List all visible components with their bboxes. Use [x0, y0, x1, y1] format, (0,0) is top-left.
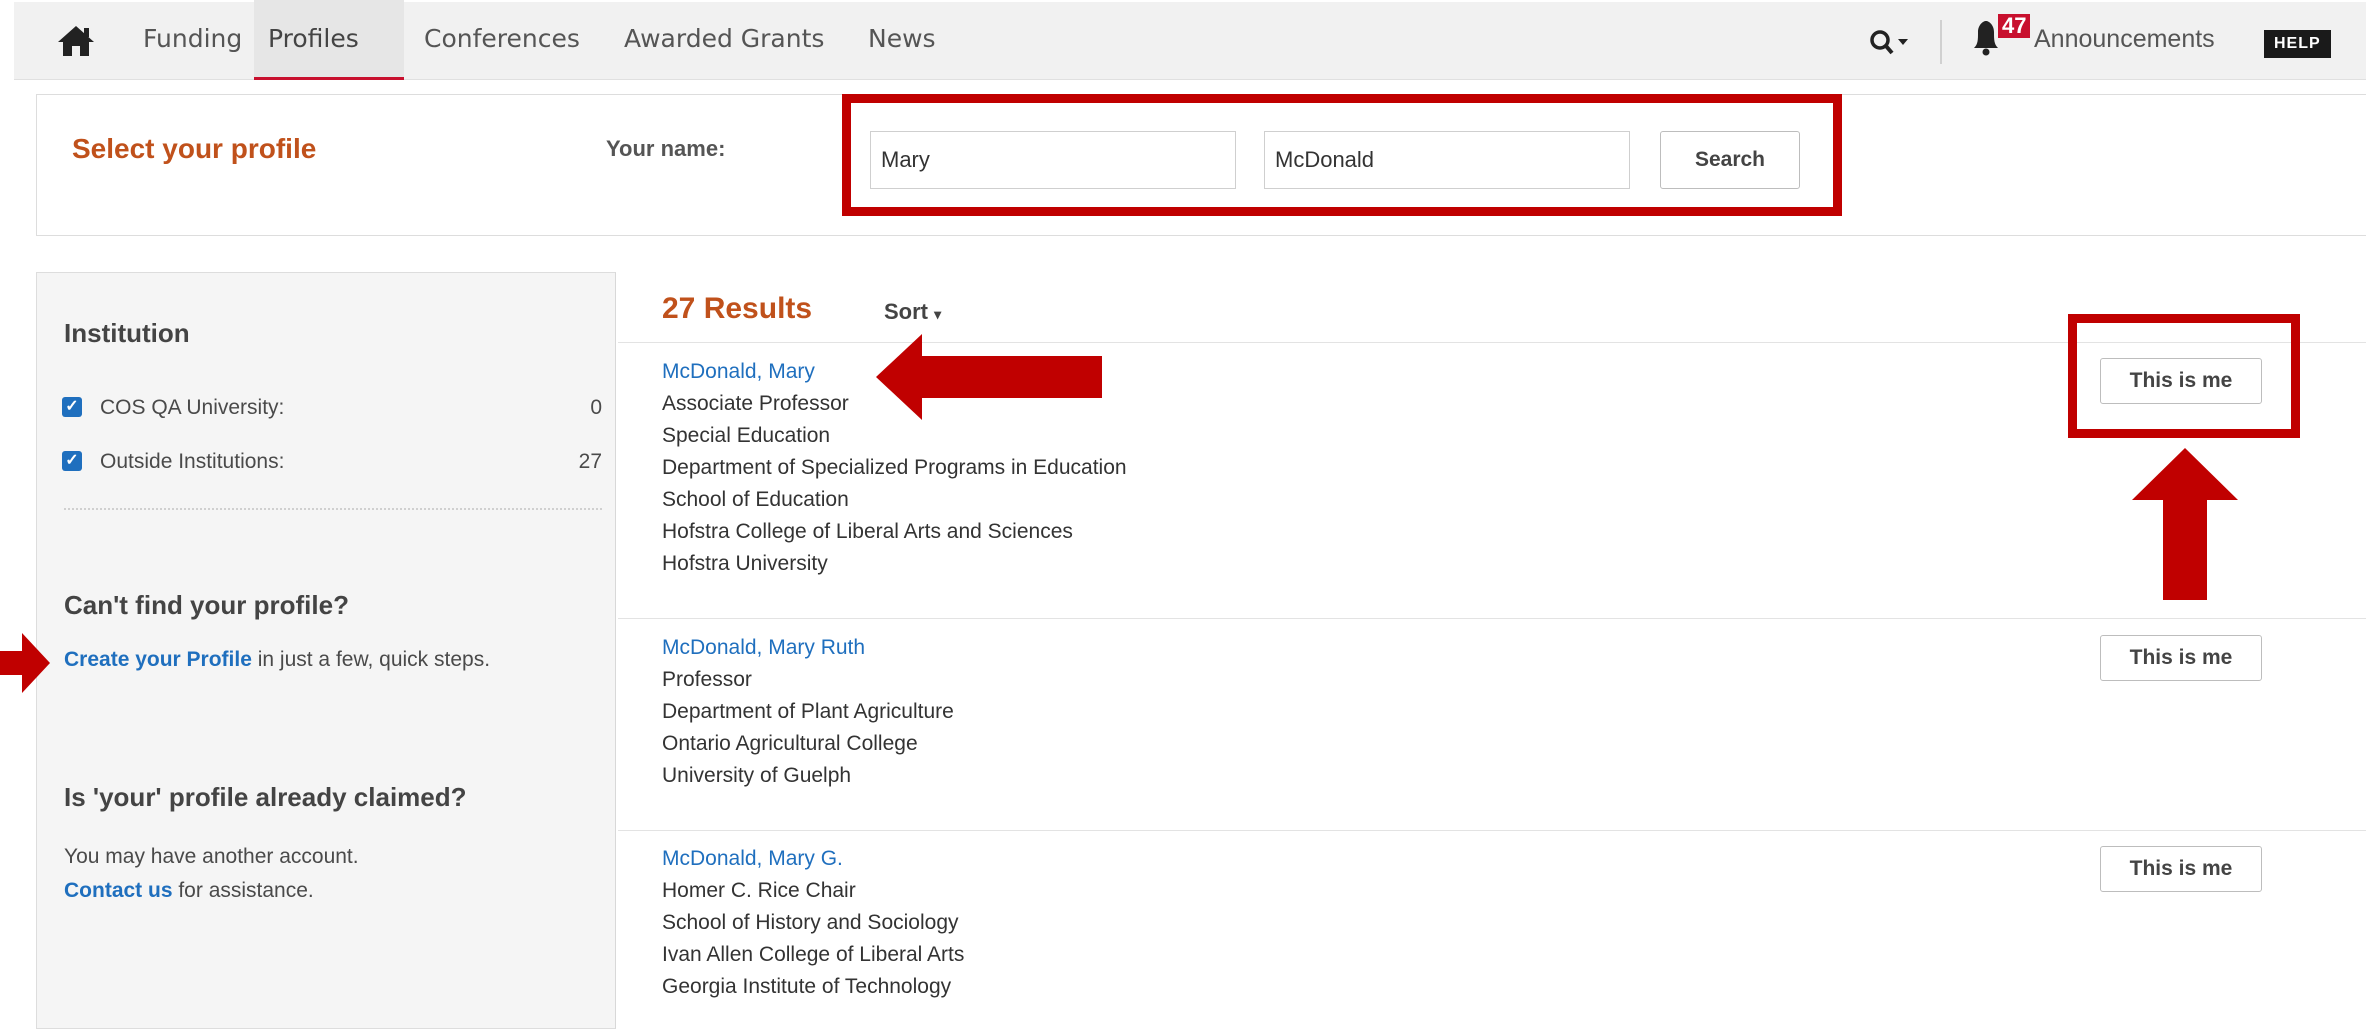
contact-rest: for assistance.	[172, 879, 314, 902]
arrow-right-icon	[0, 633, 50, 693]
announcements-count-badge: 47	[1998, 14, 2031, 38]
result-detail: Hofstra College of Liberal Arts and Scie…	[662, 520, 1073, 543]
chevron-down-icon: ▾	[934, 306, 942, 322]
result-detail: Hofstra University	[662, 552, 828, 575]
results-count: 27 Results	[662, 292, 813, 325]
filter-cos-qa-university[interactable]: ✓ COS QA University: 0	[62, 394, 602, 424]
this-is-me-button[interactable]: This is me	[2100, 635, 2262, 681]
page: Funding Profiles Conferences Awarded Gra…	[0, 0, 2366, 1029]
arrow-left-icon	[876, 334, 1102, 420]
result-name-link[interactable]: McDonald, Mary Ruth	[662, 632, 1862, 664]
filter-count: 0	[590, 396, 602, 419]
result-name-link[interactable]: McDonald, Mary	[662, 356, 1862, 388]
nav-news[interactable]: News	[868, 24, 936, 53]
result-detail: University of Guelph	[662, 764, 852, 787]
home-icon[interactable]	[56, 24, 96, 58]
checkbox-checked-icon[interactable]: ✓	[62, 451, 82, 471]
announcements-link[interactable]: Announcements	[2034, 25, 2215, 54]
nav-conferences[interactable]: Conferences	[424, 24, 580, 53]
institution-heading: Institution	[64, 318, 190, 348]
result-detail: Special Education	[662, 424, 831, 447]
result-detail: Department of Specialized Programs in Ed…	[662, 456, 1127, 479]
filter-outside-institutions[interactable]: ✓ Outside Institutions: 27	[62, 448, 602, 478]
help-button[interactable]: HELP	[2264, 30, 2331, 58]
nav-awarded-grants[interactable]: Awarded Grants	[624, 24, 824, 53]
sidebar-divider	[64, 508, 602, 510]
result-item: McDonald, Mary Ruth Professor Department…	[662, 632, 1862, 792]
result-detail: Associate Professor	[662, 392, 849, 415]
result-detail: Ivan Allen College of Liberal Arts	[662, 943, 965, 966]
arrow-up-icon	[2132, 448, 2238, 600]
filter-count: 27	[578, 450, 602, 473]
checkbox-checked-icon[interactable]: ✓	[62, 397, 82, 417]
your-name-label: Your name:	[606, 136, 726, 161]
nav-funding[interactable]: Funding	[143, 24, 242, 53]
another-account-text: You may have another account.	[64, 845, 359, 868]
result-separator	[618, 830, 2366, 831]
select-profile-title: Select your profile	[72, 133, 317, 164]
result-detail: Professor	[662, 668, 752, 691]
create-profile-text: Create your Profile in just a few, quick…	[64, 648, 490, 672]
result-detail: School of History and Sociology	[662, 911, 959, 934]
search-highlight-box	[842, 94, 1842, 216]
result-name-link[interactable]: McDonald, Mary G.	[662, 843, 1862, 875]
result-detail: Georgia Institute of Technology	[662, 975, 952, 998]
result-item: McDonald, Mary G. Homer C. Rice Chair Sc…	[662, 843, 1862, 1003]
sort-dropdown[interactable]: Sort ▾	[884, 299, 941, 325]
result-detail: Homer C. Rice Chair	[662, 879, 856, 902]
this-is-me-button[interactable]: This is me	[2100, 846, 2262, 892]
result-detail: Ontario Agricultural College	[662, 732, 918, 755]
result-item: McDonald, Mary Associate Professor Speci…	[662, 356, 1862, 580]
nav-profiles[interactable]: Profiles	[268, 24, 359, 53]
search-icon[interactable]	[1868, 28, 1912, 56]
result-separator	[618, 618, 2366, 619]
create-profile-rest: in just a few, quick steps.	[251, 648, 491, 671]
this-is-me-highlight-box	[2068, 314, 2300, 438]
result-detail: School of Education	[662, 488, 849, 511]
sort-label: Sort	[884, 299, 928, 324]
result-detail: Department of Plant Agriculture	[662, 700, 954, 723]
filter-label: COS QA University:	[100, 396, 285, 419]
contact-us-link[interactable]: Contact us	[64, 879, 173, 902]
filter-label: Outside Institutions:	[100, 450, 285, 473]
profile-claimed-heading: Is 'your' profile already claimed?	[64, 782, 467, 812]
cant-find-profile-heading: Can't find your profile?	[64, 590, 349, 620]
nav-divider	[1940, 20, 1942, 64]
create-profile-link[interactable]: Create your Profile	[64, 648, 252, 671]
contact-text: Contact us for assistance.	[64, 879, 314, 903]
